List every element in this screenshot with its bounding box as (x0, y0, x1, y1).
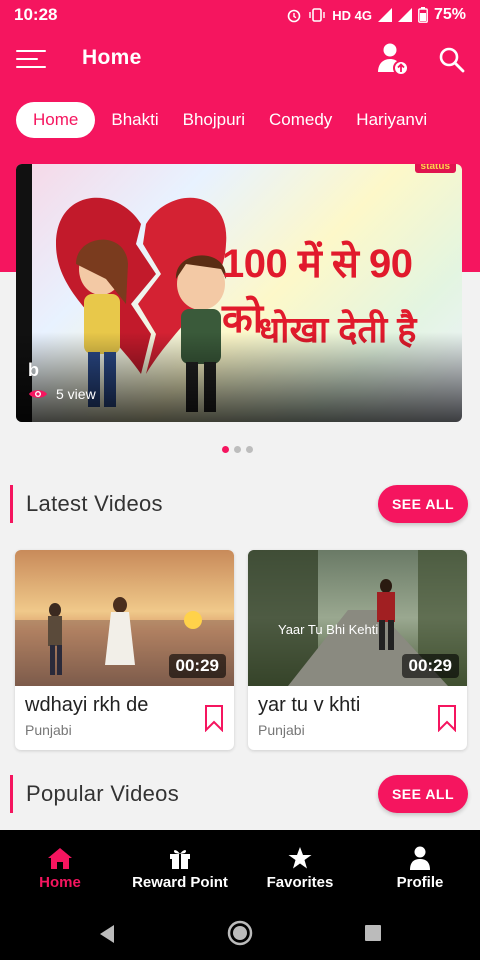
video-title: yar tu v khti (258, 694, 361, 716)
battery-level: 75% (433, 6, 466, 23)
nav-home[interactable]: Home (0, 830, 120, 906)
app-bar: Home (0, 34, 480, 84)
section-title: Latest Videos (26, 491, 163, 516)
video-card[interactable]: 00:29 wdhayi rkh de Punjabi (15, 550, 234, 750)
tab-home[interactable]: Home (16, 102, 96, 138)
bottom-navigation: Home Reward Point Favorites Profile (0, 830, 480, 906)
featured-banner[interactable]: status 100 में से 90 को धोखा देती है b 5… (16, 164, 462, 422)
page-title: Home (82, 46, 142, 69)
status-icons: HD 4G 75% (286, 6, 466, 24)
status-bar: 10:28 HD 4G 75% (0, 0, 480, 30)
vibrate-icon (309, 8, 325, 22)
battery-icon (418, 7, 428, 23)
user-upload-icon[interactable] (376, 42, 410, 76)
video-category: Punjabi (258, 722, 305, 738)
banner-views: 5 view (28, 386, 96, 402)
back-icon[interactable] (98, 924, 116, 944)
tab-hariyanvi[interactable]: Hariyanvi (344, 102, 439, 138)
home-button-icon[interactable] (227, 920, 253, 946)
nav-favorites-label: Favorites (266, 874, 334, 891)
bookmark-icon[interactable] (204, 704, 224, 732)
latest-videos-header: Latest Videos SEE ALL (10, 485, 470, 525)
section-title: Popular Videos (26, 781, 180, 806)
video-duration: 00:29 (401, 654, 459, 678)
home-icon (48, 848, 72, 869)
signal-icon (377, 8, 392, 22)
nav-favorites[interactable]: Favorites (240, 830, 360, 906)
star-icon (288, 847, 312, 869)
carousel-dot[interactable] (246, 446, 253, 453)
section-accent-bar (10, 485, 13, 523)
network-label: HD 4G (332, 7, 372, 23)
video-duration: 00:29 (168, 654, 226, 678)
nav-home-label: Home (39, 874, 81, 891)
nav-reward-point-label: Reward Point (132, 874, 228, 891)
nav-reward-point[interactable]: Reward Point (120, 830, 240, 906)
search-icon[interactable] (438, 46, 466, 74)
video-category: Punjabi (25, 722, 72, 738)
system-navigation-bar (0, 906, 480, 960)
popular-videos-header: Popular Videos SEE ALL (10, 775, 470, 815)
carousel-dot[interactable] (234, 446, 241, 453)
carousel-dot-active[interactable] (222, 446, 229, 453)
banner-badge: status (414, 164, 456, 173)
see-all-popular-button[interactable]: SEE ALL (378, 775, 468, 813)
eye-icon (29, 390, 47, 398)
tab-bhakti[interactable]: Bhakti (99, 102, 170, 138)
nav-profile[interactable]: Profile (360, 830, 480, 906)
alarm-icon (287, 9, 301, 23)
video-title: wdhayi rkh de (25, 694, 149, 716)
section-accent-bar (10, 775, 13, 813)
recents-icon[interactable] (364, 924, 382, 942)
signal-icon-2 (397, 8, 412, 22)
person-icon (410, 846, 430, 870)
banner-shade (16, 332, 462, 422)
banner-title: b (28, 360, 39, 380)
gift-icon (170, 850, 190, 869)
view-count: 5 view (56, 386, 96, 402)
bookmark-icon[interactable] (437, 704, 457, 732)
see-all-latest-button[interactable]: SEE ALL (378, 485, 468, 523)
video-card[interactable]: Yaar Tu Bhi Kehti 00:29 yar tu v khti Pu… (248, 550, 467, 750)
status-time: 10:28 (14, 5, 58, 24)
tab-bhojpuri[interactable]: Bhojpuri (171, 102, 257, 138)
thumbnail-caption: Yaar Tu Bhi Kehti (278, 622, 379, 637)
nav-profile-label: Profile (396, 874, 444, 891)
video-thumbnail: 00:29 (15, 550, 234, 686)
menu-icon[interactable] (16, 48, 46, 70)
video-thumbnail: Yaar Tu Bhi Kehti 00:29 (248, 550, 467, 686)
carousel-indicator (222, 446, 253, 453)
tab-comedy[interactable]: Comedy (257, 102, 344, 138)
category-tabs: Home Bhakti Bhojpuri Comedy Hariyanvi (0, 100, 480, 140)
